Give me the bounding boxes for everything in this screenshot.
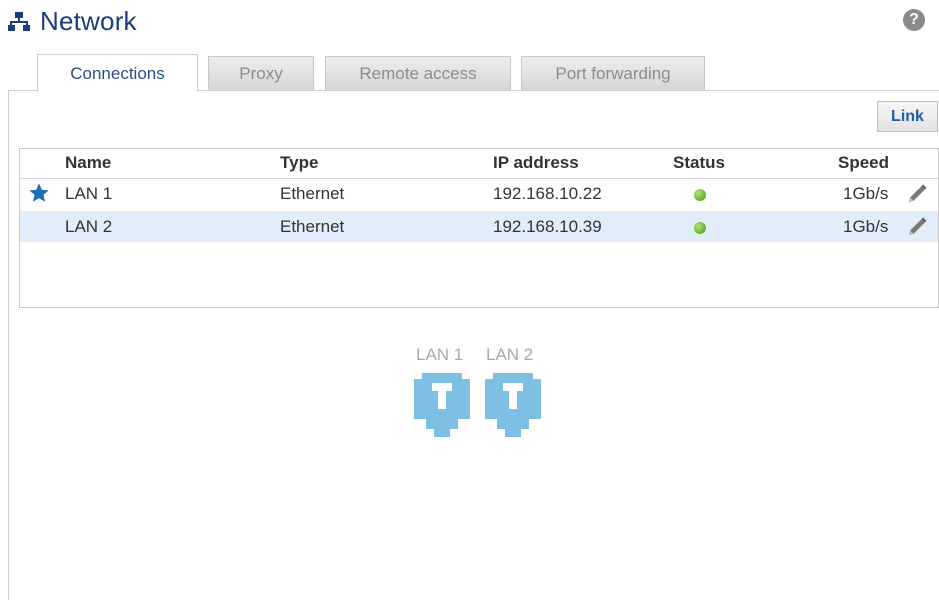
tab-proxy[interactable]: Proxy (208, 56, 314, 90)
port-label-lan2: LAN 2 (486, 345, 534, 364)
help-icon[interactable]: ? (903, 9, 925, 31)
edit-pencil-icon[interactable] (905, 182, 929, 206)
page-header: Network (8, 4, 137, 38)
port-diagram: LAN 1 LAN 2 (410, 343, 550, 443)
port-label-lan1: LAN 1 (416, 345, 464, 364)
connections-table: Name Type IP address Status Speed LAN 1 … (19, 148, 939, 308)
cell-name: LAN 1 (65, 184, 113, 203)
status-online-icon (694, 189, 706, 201)
cell-speed: 1Gb/s (843, 184, 889, 203)
cell-name: LAN 2 (65, 217, 113, 236)
column-name[interactable]: Name (65, 153, 111, 173)
column-speed[interactable]: Speed (838, 153, 889, 173)
tab-port-forwarding[interactable]: Port forwarding (521, 56, 705, 90)
table-row[interactable]: LAN 1 Ethernet 192.168.10.22 1Gb/s (20, 178, 938, 209)
column-status[interactable]: Status (673, 153, 725, 173)
link-button[interactable]: Link (877, 101, 938, 132)
ethernet-port-icon (414, 373, 470, 437)
cell-ip-address: 192.168.10.39 (493, 217, 602, 236)
cell-speed: 1Gb/s (843, 217, 889, 236)
ethernet-port-icon (485, 373, 541, 437)
cell-ip-address: 192.168.10.22 (493, 184, 602, 203)
table-header: Name Type IP address Status Speed (20, 149, 938, 179)
table-row[interactable]: LAN 2 Ethernet 192.168.10.39 1Gb/s (20, 211, 938, 242)
cell-type: Ethernet (280, 184, 345, 203)
network-icon (8, 12, 30, 31)
edit-pencil-icon[interactable] (905, 215, 929, 239)
tab-remote-access[interactable]: Remote access (325, 56, 511, 90)
cell-type: Ethernet (280, 217, 345, 236)
star-icon (29, 183, 49, 202)
tab-bar: Connections Proxy Remote access Port for… (0, 54, 939, 92)
column-ip-address[interactable]: IP address (493, 153, 579, 173)
tab-connections[interactable]: Connections (37, 54, 198, 92)
status-online-icon (694, 222, 706, 234)
column-type[interactable]: Type (280, 153, 318, 173)
page-title: Network (40, 5, 137, 36)
